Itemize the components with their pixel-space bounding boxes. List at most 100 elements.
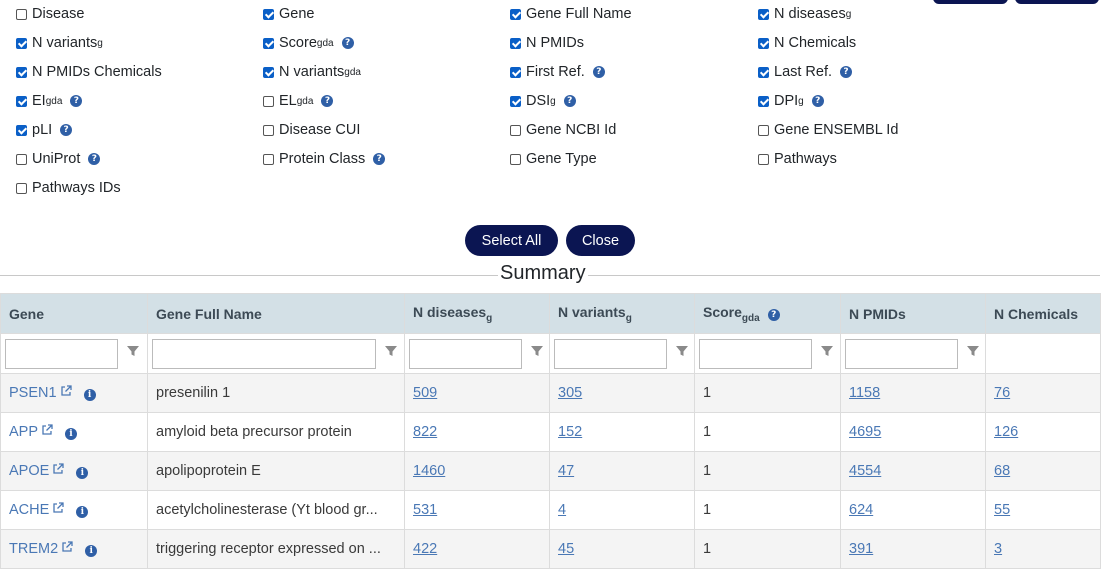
n-variants-link[interactable]: 45 — [558, 541, 574, 557]
help-icon[interactable]: ? — [341, 37, 354, 49]
column-option[interactable]: Protein Class? — [263, 150, 386, 168]
column-filter-input[interactable] — [699, 338, 812, 369]
column-option[interactable]: Disease CUI — [263, 121, 360, 139]
help-icon[interactable]: ? — [321, 95, 334, 107]
n-pmids-link[interactable]: 391 — [849, 541, 873, 557]
filter-icon[interactable] — [376, 344, 398, 363]
n-diseases-link[interactable]: 422 — [413, 541, 437, 557]
column-option[interactable]: Gene Full Name — [510, 5, 632, 23]
column-checkbox[interactable] — [263, 66, 274, 78]
column-header[interactable]: N Chemicals — [985, 293, 1101, 334]
column-header[interactable]: Gene — [0, 293, 148, 334]
info-icon[interactable]: i — [76, 506, 89, 518]
n-variants-link[interactable]: 305 — [558, 385, 582, 401]
column-option[interactable]: Disease — [16, 5, 84, 23]
n-variants-link[interactable]: 47 — [558, 463, 574, 479]
column-option[interactable]: UniProt? — [16, 150, 101, 168]
column-option[interactable]: N variants g — [16, 34, 103, 52]
column-filter-input[interactable] — [554, 338, 667, 369]
column-checkbox[interactable] — [758, 66, 769, 78]
column-checkbox[interactable] — [263, 8, 274, 20]
column-checkbox[interactable] — [510, 8, 521, 20]
column-checkbox[interactable] — [16, 153, 27, 165]
column-option[interactable]: Gene ENSEMBL Id — [758, 121, 898, 139]
column-option[interactable]: DPI g? — [758, 92, 824, 110]
column-checkbox[interactable] — [758, 95, 769, 107]
gene-link[interactable]: TREM2 — [9, 541, 73, 557]
column-checkbox[interactable] — [510, 95, 521, 107]
help-icon[interactable]: ? — [88, 153, 101, 165]
column-checkbox[interactable] — [758, 37, 769, 49]
n-pmids-link[interactable]: 1158 — [849, 385, 880, 401]
n-diseases-link[interactable]: 1460 — [413, 463, 445, 479]
column-checkbox[interactable] — [510, 37, 521, 49]
column-filter-input[interactable] — [5, 338, 118, 369]
gene-link[interactable]: ACHE — [9, 502, 64, 518]
info-icon[interactable]: i — [85, 545, 98, 557]
column-header[interactable]: Scoregda? — [694, 293, 841, 334]
help-icon[interactable]: ? — [70, 95, 83, 107]
column-option[interactable]: EI gda? — [16, 92, 83, 110]
column-checkbox[interactable] — [16, 66, 27, 78]
column-option[interactable]: N diseases g — [758, 5, 851, 23]
column-option[interactable]: Gene — [263, 5, 314, 23]
column-header[interactable]: N diseasesg — [404, 293, 550, 334]
column-checkbox[interactable] — [16, 124, 27, 136]
help-icon[interactable]: ? — [811, 95, 824, 107]
n-pmids-link[interactable]: 4695 — [849, 424, 881, 440]
column-checkbox[interactable] — [16, 37, 27, 49]
column-option[interactable]: N PMIDs Chemicals — [16, 63, 162, 81]
select-all-button[interactable]: Select All — [465, 225, 558, 256]
column-option[interactable]: N Chemicals — [758, 34, 856, 52]
filter-icon[interactable] — [522, 344, 544, 363]
column-option[interactable]: N PMIDs — [510, 34, 584, 52]
n-chemicals-link[interactable]: 126 — [994, 424, 1018, 440]
column-checkbox[interactable] — [16, 8, 27, 20]
external-link-icon[interactable] — [58, 541, 73, 557]
external-link-icon[interactable] — [57, 385, 72, 401]
n-chemicals-link[interactable]: 55 — [994, 502, 1010, 518]
gene-link[interactable]: APOE — [9, 463, 64, 479]
gene-link[interactable]: PSEN1 — [9, 385, 72, 401]
n-diseases-link[interactable]: 531 — [413, 502, 437, 518]
column-option[interactable]: Gene Type — [510, 150, 597, 168]
column-checkbox[interactable] — [16, 182, 27, 194]
column-filter-input[interactable] — [152, 338, 376, 369]
external-link-icon[interactable] — [49, 463, 64, 479]
filter-icon[interactable] — [812, 344, 834, 363]
top-action-button-2[interactable] — [1015, 0, 1099, 4]
column-header[interactable]: Gene Full Name — [147, 293, 405, 334]
n-diseases-link[interactable]: 509 — [413, 385, 437, 401]
top-action-button-1[interactable] — [933, 0, 1008, 4]
help-icon[interactable]: ? — [60, 124, 73, 136]
column-checkbox[interactable] — [16, 95, 27, 107]
info-icon[interactable]: i — [76, 467, 89, 479]
info-icon[interactable]: i — [65, 428, 78, 440]
column-option[interactable]: Last Ref.? — [758, 63, 853, 81]
column-checkbox[interactable] — [510, 153, 521, 165]
column-checkbox[interactable] — [263, 95, 274, 107]
n-variants-link[interactable]: 4 — [558, 502, 566, 518]
external-link-icon[interactable] — [38, 424, 53, 440]
column-checkbox[interactable] — [263, 124, 274, 136]
close-button[interactable]: Close — [566, 225, 635, 256]
n-chemicals-link[interactable]: 76 — [994, 385, 1010, 401]
column-option[interactable]: Pathways IDs — [16, 179, 121, 197]
filter-icon[interactable] — [667, 344, 689, 363]
column-checkbox[interactable] — [510, 124, 521, 136]
column-checkbox[interactable] — [758, 153, 769, 165]
external-link-icon[interactable] — [49, 502, 64, 518]
column-checkbox[interactable] — [758, 8, 769, 20]
help-icon[interactable]: ? — [592, 66, 605, 78]
help-icon[interactable]: ? — [563, 95, 576, 107]
help-icon[interactable]: ? — [840, 66, 853, 78]
column-option[interactable]: DSI g? — [510, 92, 576, 110]
n-pmids-link[interactable]: 624 — [849, 502, 873, 518]
filter-icon[interactable] — [118, 344, 140, 363]
column-option[interactable]: Pathways — [758, 150, 837, 168]
column-option[interactable]: pLI? — [16, 121, 73, 139]
help-icon[interactable]: ? — [373, 153, 386, 165]
column-header[interactable]: N variantsg — [549, 293, 695, 334]
n-chemicals-link[interactable]: 68 — [994, 463, 1010, 479]
column-checkbox[interactable] — [263, 153, 274, 165]
